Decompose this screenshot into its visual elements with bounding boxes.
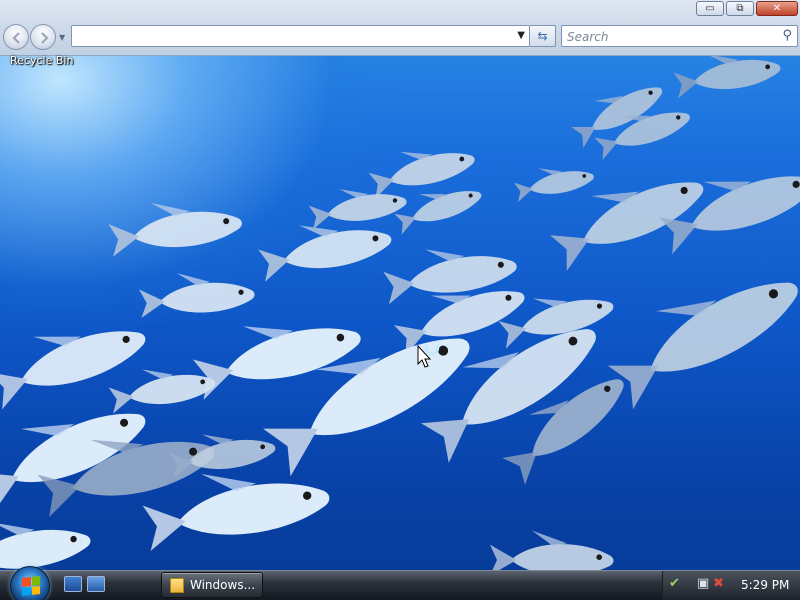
recent-pages-dropdown[interactable]: ▼ <box>59 33 65 42</box>
search-input[interactable]: Search ⚲ <box>561 25 798 47</box>
clock[interactable]: 5:29 PM <box>741 578 789 592</box>
network-disconnected-icon[interactable]: ▣ <box>697 577 709 590</box>
minimize-button[interactable]: ▭ <box>696 1 724 16</box>
refresh-button[interactable]: ⇆ <box>530 25 556 47</box>
fish-shape <box>0 331 146 410</box>
close-button[interactable]: ✕ <box>756 1 798 16</box>
taskbar-button-explorer[interactable]: Windows... <box>161 572 263 598</box>
back-button[interactable] <box>3 24 29 50</box>
address-dropdown-icon[interactable]: ▼ <box>517 30 525 41</box>
forward-button[interactable] <box>30 24 56 50</box>
fish-shape <box>139 273 255 318</box>
fish-shape <box>513 168 594 203</box>
fish-shape <box>607 282 798 410</box>
recycle-bin-label[interactable]: Recycle Bin <box>10 54 73 67</box>
back-arrow-icon <box>12 32 20 44</box>
switch-windows-icon[interactable] <box>87 576 105 592</box>
address-bar[interactable]: ▼ <box>71 25 530 47</box>
start-button[interactable] <box>10 566 50 600</box>
taskbar-button-label: Windows... <box>190 578 256 592</box>
show-desktop-icon[interactable] <box>64 576 82 592</box>
fish-shape <box>308 189 407 230</box>
desktop-wallpaper <box>0 0 800 600</box>
fish-shape <box>550 182 704 271</box>
system-tray: ✔ ▣ ✖ 5:29 PM <box>662 571 800 600</box>
busy-cursor-icon <box>417 345 440 368</box>
folder-icon <box>170 578 184 593</box>
refresh-icon: ⇆ <box>537 29 548 43</box>
volume-muted-icon[interactable]: ✖ <box>713 577 724 590</box>
forward-arrow-icon <box>41 32 49 44</box>
caption-buttons: ▭ ⧉ ✕ <box>696 1 798 16</box>
network-check-icon[interactable]: ✔ <box>669 577 680 590</box>
fish-shape <box>490 530 614 576</box>
search-icon[interactable]: ⚲ <box>782 28 792 43</box>
search-placeholder: Search <box>567 30 609 44</box>
fish-school-image <box>0 54 800 576</box>
explorer-window-bar: ▭ ⧉ ✕ ▼ ▼ ⇆ Search ⚲ <box>0 0 800 56</box>
fish-shape <box>368 151 475 199</box>
maximize-button[interactable]: ⧉ <box>726 1 754 16</box>
windows-logo-icon <box>22 576 40 596</box>
fish-shape <box>108 202 242 257</box>
